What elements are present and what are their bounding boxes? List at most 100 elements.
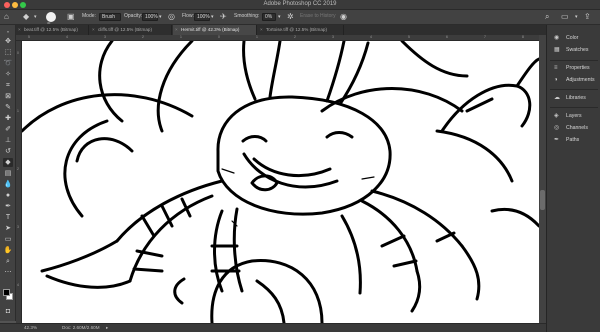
pen-tool-icon[interactable]: ✒ bbox=[3, 202, 13, 211]
ruler-tick-label: 4 bbox=[370, 35, 372, 39]
ruler-tick-label: 7 bbox=[484, 35, 486, 39]
mode-select[interactable]: Brush bbox=[99, 13, 121, 21]
ruler-tick-label: 0 bbox=[17, 51, 19, 55]
document-canvas[interactable] bbox=[22, 41, 539, 323]
panel-libraries[interactable]: ☁ Libraries bbox=[547, 93, 600, 104]
healing-brush-tool-icon[interactable]: ✚ bbox=[3, 114, 13, 123]
eraser-tool-preset-icon[interactable]: ◆ bbox=[23, 12, 29, 22]
ruler-tick-label: 1 bbox=[180, 35, 182, 39]
ruler-tick-label: 4 bbox=[66, 35, 68, 39]
ruler-tick-label: 5 bbox=[28, 35, 30, 39]
flow-chevron-icon[interactable]: ▾ bbox=[211, 12, 214, 22]
toolbar-collapse-icon[interactable]: » bbox=[3, 27, 13, 36]
panel-label: Layers bbox=[566, 113, 582, 119]
airbrush-icon[interactable]: ✈ bbox=[220, 12, 227, 22]
workspace-icon[interactable]: ▭ bbox=[561, 12, 569, 22]
eyedropper-tool-icon[interactable]: ✎ bbox=[3, 103, 13, 112]
tab-tortoise[interactable]: × Tortoise.tiff @ 12.5% (Bitmap) bbox=[258, 25, 344, 35]
ruler-tick-label: 8 bbox=[522, 35, 524, 39]
erase-to-history-checkbox[interactable]: Erase to History bbox=[300, 13, 336, 19]
panel-paths[interactable]: ✒ Paths bbox=[547, 135, 600, 146]
ruler-tick-label: 2 bbox=[17, 167, 19, 171]
opacity-chevron-icon[interactable]: ▾ bbox=[159, 12, 162, 22]
tab-label: Tortoise.tiff @ 12.5% (Bitmap) bbox=[266, 27, 328, 32]
close-tab-icon[interactable]: × bbox=[92, 25, 95, 35]
pressure-size-icon[interactable]: ◉ bbox=[340, 12, 347, 22]
panel-label: Swatches bbox=[566, 47, 589, 53]
ruler-tick-label: 2 bbox=[142, 35, 144, 39]
tab-cliffs[interactable]: × cliffs.tiff @ 12.5% (Bitmap) bbox=[90, 25, 172, 35]
lasso-tool-icon[interactable]: ➰ bbox=[3, 59, 13, 68]
brush-settings-icon[interactable]: ▣ bbox=[67, 12, 75, 22]
opacity-field[interactable]: 100% bbox=[142, 13, 158, 21]
document-size-info[interactable]: Doc: 2.60M/2.60M bbox=[62, 325, 100, 330]
flow-field[interactable]: 100% bbox=[194, 13, 210, 21]
smoothing-field[interactable]: 0% bbox=[262, 13, 276, 21]
panel-swatches[interactable]: ▦ Swatches bbox=[547, 45, 600, 56]
panel-layers[interactable]: ◈ Layers bbox=[547, 111, 600, 122]
app-title: Adobe Photoshop CC 2019 bbox=[263, 1, 337, 7]
gradient-tool-icon[interactable]: ▤ bbox=[3, 169, 13, 178]
move-tool-icon[interactable]: ✥ bbox=[3, 37, 13, 46]
search-icon[interactable]: ⌕ bbox=[545, 12, 549, 22]
workspace-chevron-icon[interactable]: ▾ bbox=[575, 12, 578, 22]
smoothing-label: Smoothing: bbox=[234, 13, 260, 19]
foreground-color-swatch[interactable] bbox=[3, 289, 10, 296]
document-tab-bar: × beat.tiff @ 12.5% (Bitmap) × cliffs.ti… bbox=[16, 25, 546, 35]
history-brush-tool-icon[interactable]: ↺ bbox=[3, 147, 13, 156]
options-bar: ⌂ ◆ ▾ 30 ▣ Mode: Brush Opacity: 100% ▾ ◎… bbox=[0, 10, 600, 25]
tab-label: cliffs.tiff @ 12.5% (Bitmap) bbox=[98, 27, 153, 32]
rectangle-tool-icon[interactable]: ▭ bbox=[3, 235, 13, 244]
panel-divider bbox=[550, 107, 598, 108]
panel-properties[interactable]: ≡ Properties bbox=[547, 63, 600, 74]
ruler-tick-label: 0 bbox=[218, 35, 220, 39]
ruler-tick-label: 5 bbox=[408, 35, 410, 39]
panel-label: Color bbox=[566, 35, 579, 41]
close-tab-icon[interactable]: × bbox=[260, 25, 263, 35]
status-bar: 42.3% Doc: 2.60M/2.60M ▸ bbox=[0, 323, 546, 332]
vertical-scrollbar[interactable] bbox=[539, 35, 546, 323]
flow-label: Flow: bbox=[182, 13, 194, 19]
marquee-tool-icon[interactable]: ⬚ bbox=[3, 48, 13, 57]
crop-tool-icon[interactable]: ⌗ bbox=[3, 81, 13, 90]
quick-mask-icon[interactable]: ◘ bbox=[3, 307, 13, 316]
tab-beat[interactable]: × beat.tiff @ 12.5% (Bitmap) bbox=[16, 25, 89, 35]
smoothing-chevron-icon[interactable]: ▾ bbox=[278, 12, 281, 22]
tab-hermit[interactable]: × Hermit.tiff @ 42.3% (Bitmap) bbox=[173, 25, 257, 35]
ruler-tick-label: 6 bbox=[446, 35, 448, 39]
title-bar: Adobe Photoshop CC 2019 bbox=[0, 0, 600, 10]
more-tools-icon[interactable]: ⋯ bbox=[3, 268, 13, 277]
panel-label: Paths bbox=[566, 137, 580, 143]
blur-tool-icon[interactable]: 💧 bbox=[3, 180, 13, 189]
panel-adjustments[interactable]: ◑ Adjustments bbox=[547, 75, 600, 86]
panel-label: Adjustments bbox=[566, 77, 595, 83]
panel-channels[interactable]: ◎ Channels bbox=[547, 123, 600, 134]
clone-stamp-tool-icon[interactable]: ⊥ bbox=[3, 136, 13, 145]
panel-dock: ◉ Color ▦ Swatches ≡ Properties ◑ Adjust… bbox=[546, 25, 600, 332]
close-tab-icon[interactable]: × bbox=[18, 25, 21, 35]
pressure-opacity-icon[interactable]: ◎ bbox=[168, 12, 175, 22]
brush-tool-icon[interactable]: ✐ bbox=[3, 125, 13, 134]
magic-wand-tool-icon[interactable]: ✧ bbox=[3, 70, 13, 79]
smoothing-options-gear-icon[interactable]: ✲ bbox=[287, 12, 294, 22]
properties-sliders-icon: ≡ bbox=[554, 65, 558, 71]
hand-tool-icon[interactable]: ✋ bbox=[3, 246, 13, 255]
chevron-down-icon[interactable]: ▾ bbox=[34, 12, 37, 22]
close-tab-icon[interactable]: × bbox=[175, 25, 178, 35]
eraser-tool-icon[interactable]: ◆ bbox=[3, 158, 13, 167]
ruler-tick-label: 1 bbox=[17, 109, 19, 113]
type-tool-icon[interactable]: T bbox=[3, 213, 13, 222]
ruler-tick-label: 1 bbox=[256, 35, 258, 39]
zoom-tool-icon[interactable]: ⌕ bbox=[3, 257, 13, 266]
status-menu-chevron-icon[interactable]: ▸ bbox=[106, 325, 108, 331]
tab-label: beat.tiff @ 12.5% (Bitmap) bbox=[24, 27, 78, 32]
panel-color[interactable]: ◉ Color bbox=[547, 33, 600, 44]
zoom-level[interactable]: 42.3% bbox=[24, 325, 37, 330]
share-icon[interactable]: ⇪ bbox=[584, 12, 591, 22]
frame-tool-icon[interactable]: ⊠ bbox=[3, 92, 13, 101]
dodge-tool-icon[interactable]: ● bbox=[3, 191, 13, 200]
panel-label: Channels bbox=[566, 125, 588, 131]
home-icon[interactable]: ⌂ bbox=[4, 12, 9, 22]
path-selection-tool-icon[interactable]: ➤ bbox=[3, 224, 13, 233]
vertical-scroll-thumb[interactable] bbox=[540, 190, 545, 210]
